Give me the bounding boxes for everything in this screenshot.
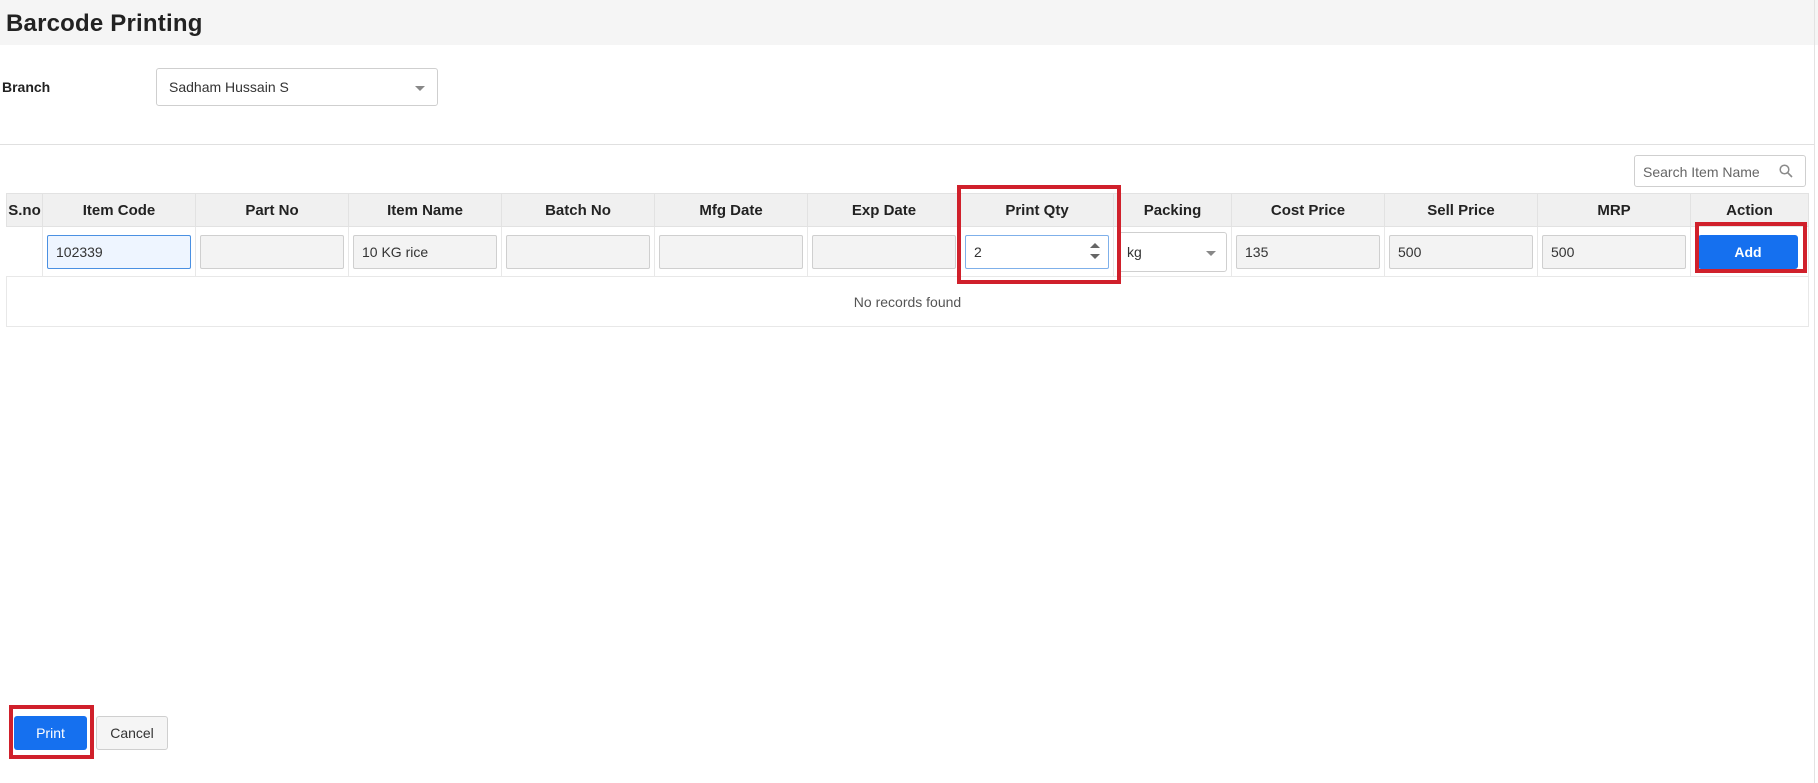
chevron-down-icon (415, 86, 425, 91)
add-button-highlight (1695, 222, 1807, 273)
batch-no-input[interactable] (506, 234, 650, 269)
header-mfg-date: Mfg Date (654, 193, 808, 227)
entry-part-no-cell (195, 226, 349, 277)
print-button[interactable]: Print (14, 716, 87, 750)
title-bar: Barcode Printing (0, 0, 1818, 45)
sell-price-input[interactable]: 500 (1389, 234, 1533, 269)
section-divider (0, 144, 1814, 145)
window-edge (1814, 0, 1815, 783)
branch-select-value: Sadham Hussain S (169, 79, 289, 95)
header-item-code: Item Code (42, 193, 196, 227)
no-records-message: No records found (6, 276, 1809, 327)
page-title: Barcode Printing (6, 10, 203, 37)
print-qty-highlight (957, 185, 1121, 284)
barcode-printing-page: Barcode Printing Branch Sadham Hussain S (0, 0, 1818, 783)
packing-select[interactable]: kg (1118, 231, 1227, 272)
branch-label: Branch (2, 79, 51, 95)
entry-exp-date-cell (807, 226, 961, 277)
entry-mfg-date-cell (654, 226, 808, 277)
packing-select-value: kg (1127, 243, 1142, 260)
entry-batch-no-cell (501, 226, 655, 277)
empty-row: No records found (6, 276, 1809, 327)
search-box[interactable] (1634, 155, 1806, 187)
table-header-row: S.no Item Code Part No Item Name Batch N… (6, 193, 1809, 227)
exp-date-input[interactable] (812, 234, 956, 269)
entry-sno-cell (6, 226, 43, 277)
branch-select[interactable]: Sadham Hussain S (156, 68, 438, 106)
entry-cost-price-cell: 135 (1231, 226, 1385, 277)
cost-price-input[interactable]: 135 (1236, 234, 1380, 269)
entry-item-name-cell: 10 KG rice (348, 226, 502, 277)
item-code-input[interactable]: 102339 (47, 234, 191, 269)
header-batch-no: Batch No (501, 193, 655, 227)
header-exp-date: Exp Date (807, 193, 961, 227)
header-part-no: Part No (195, 193, 349, 227)
chevron-down-icon (1206, 250, 1216, 256)
search-input[interactable] (1641, 161, 1775, 183)
header-cost-price: Cost Price (1231, 193, 1385, 227)
header-item-name: Item Name (348, 193, 502, 227)
header-mrp: MRP (1537, 193, 1691, 227)
search-icon[interactable] (1779, 164, 1793, 178)
entry-packing-cell: kg (1113, 226, 1232, 277)
entry-sell-price-cell: 500 (1384, 226, 1538, 277)
entry-item-code-cell: 102339 (42, 226, 196, 277)
part-no-input[interactable] (200, 234, 344, 269)
header-sno: S.no (6, 193, 43, 227)
mfg-date-input[interactable] (659, 234, 803, 269)
header-sell-price: Sell Price (1384, 193, 1538, 227)
entry-mrp-cell: 500 (1537, 226, 1691, 277)
entry-row: 102339 10 KG rice 2 kg 135 500 500 Add (6, 226, 1809, 277)
cancel-button[interactable]: Cancel (96, 716, 168, 750)
barcode-items-table: S.no Item Code Part No Item Name Batch N… (6, 193, 1809, 327)
mrp-input[interactable]: 500 (1542, 234, 1686, 269)
header-packing: Packing (1113, 193, 1232, 227)
item-name-input[interactable]: 10 KG rice (353, 234, 497, 269)
